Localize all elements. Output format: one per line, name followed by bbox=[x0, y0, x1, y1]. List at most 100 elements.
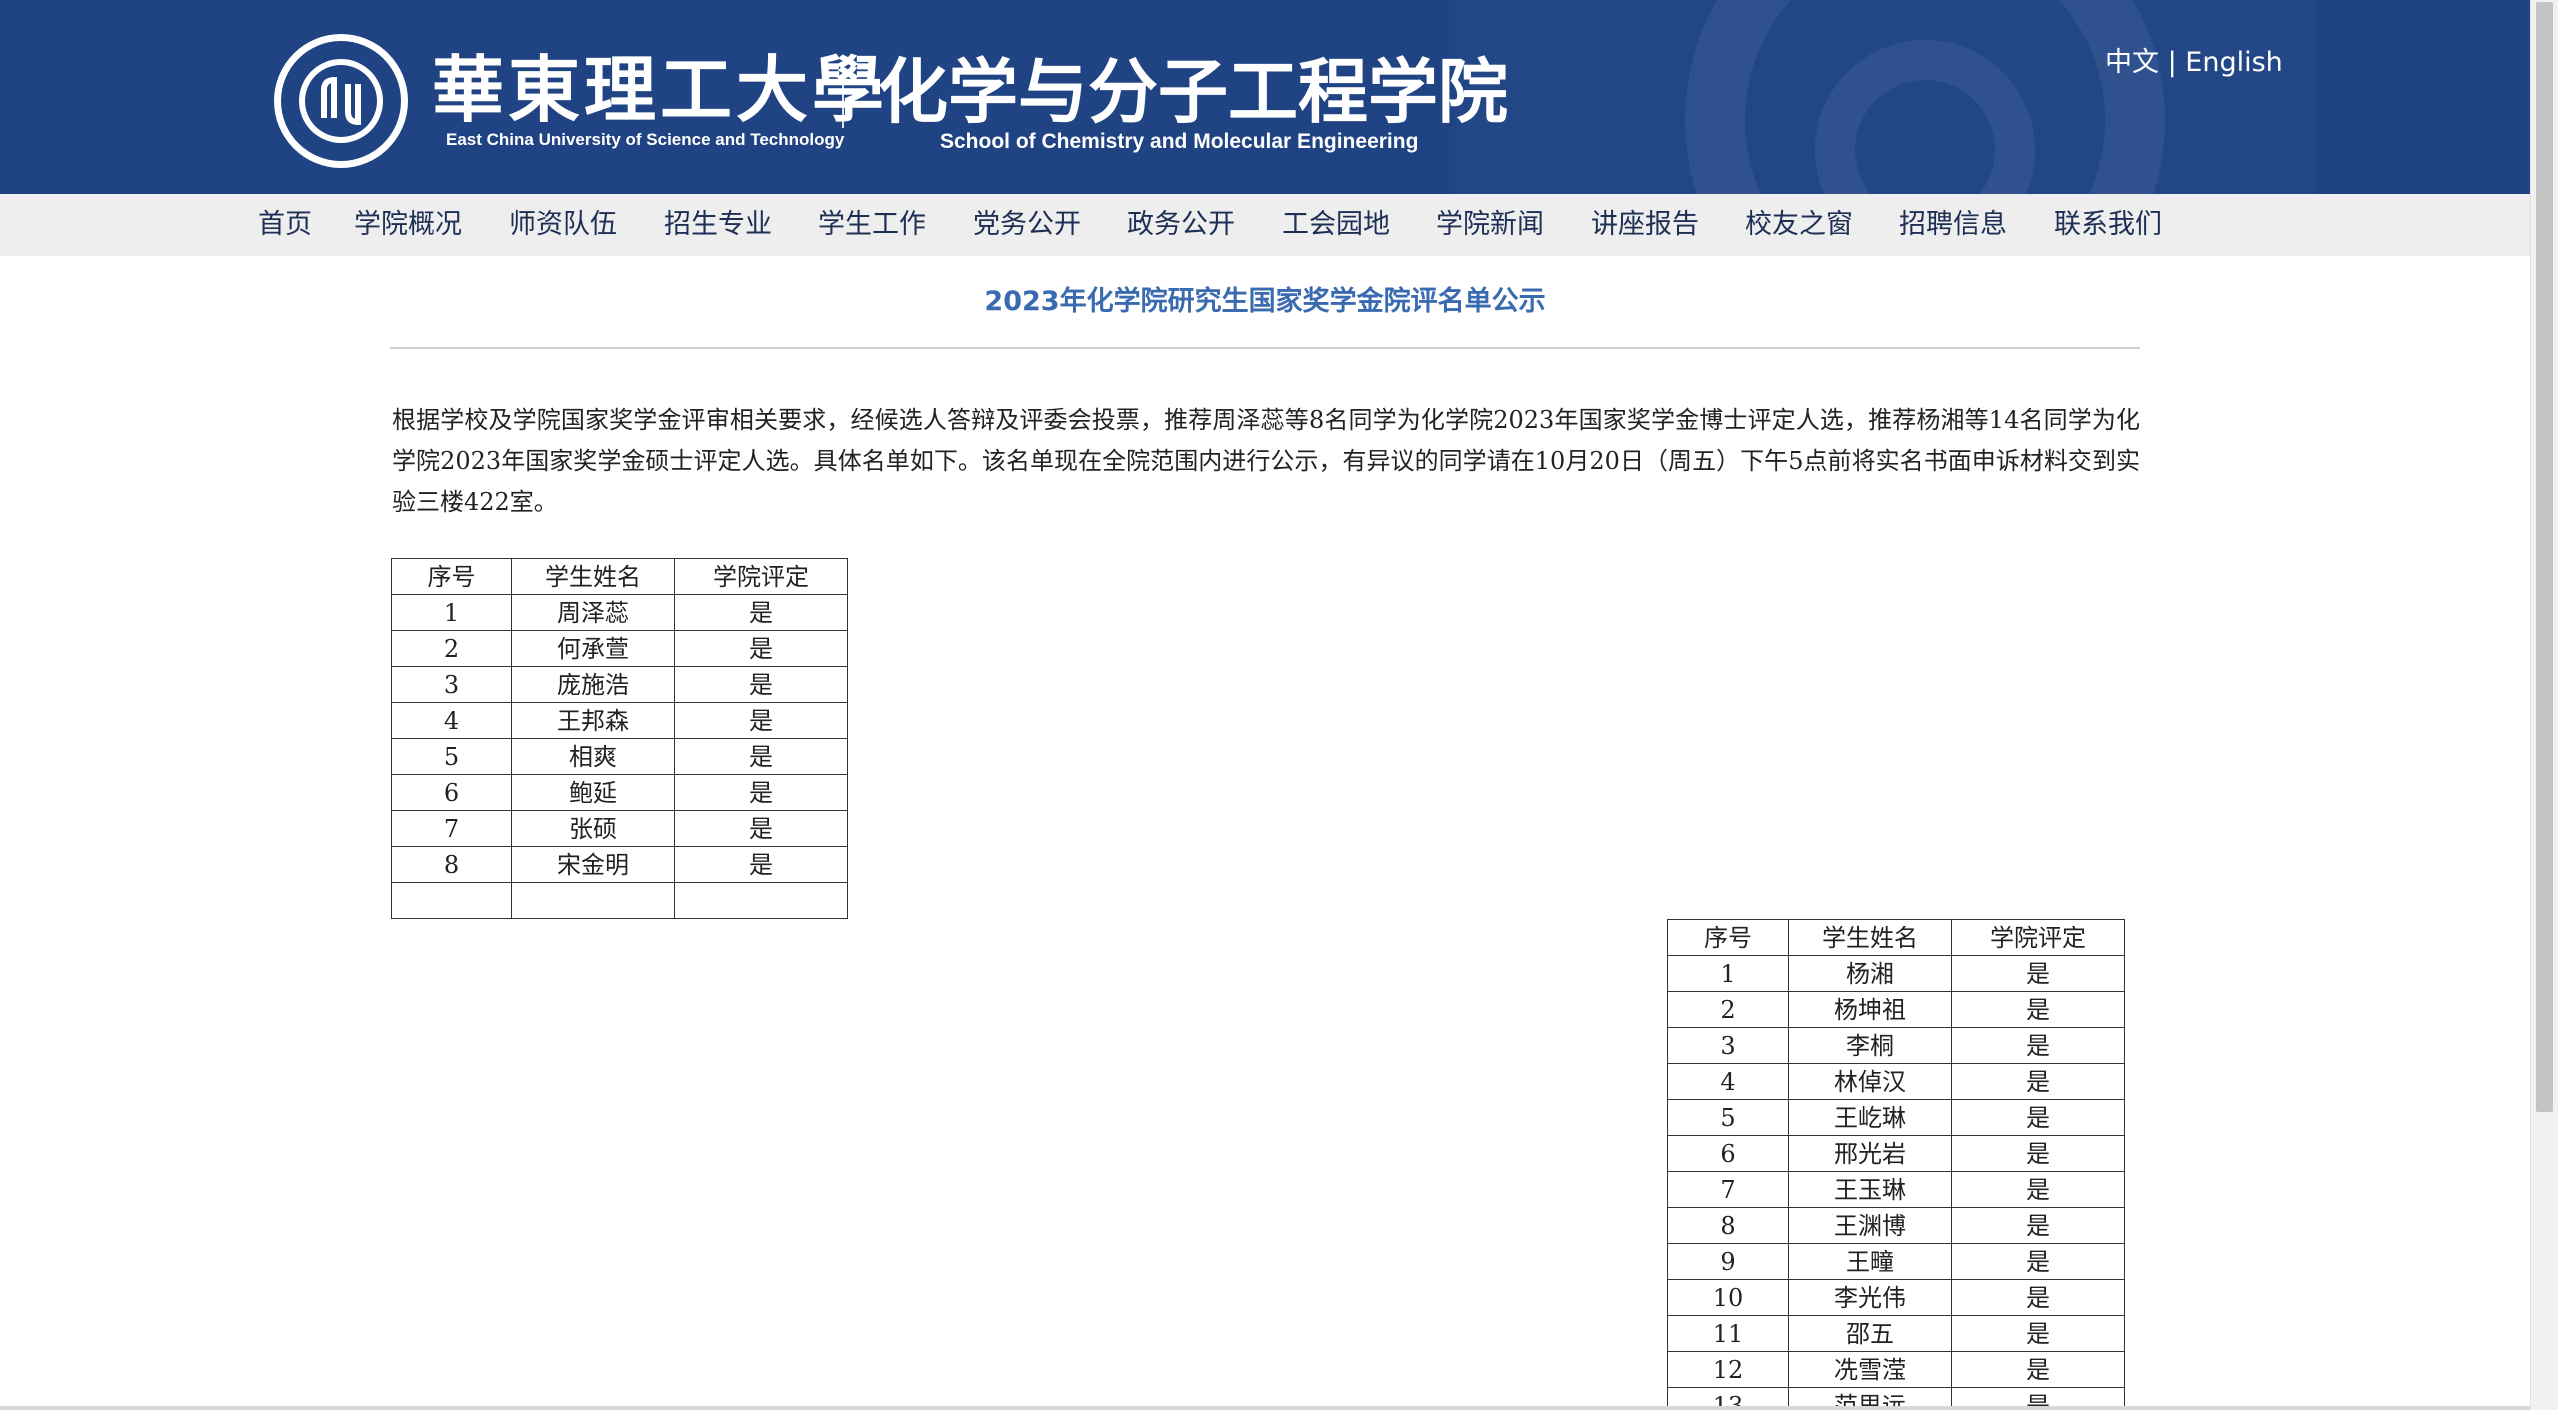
table-row: 10 李光伟是 bbox=[1667, 1279, 2125, 1316]
column-header-name: 学生姓名 bbox=[1788, 919, 1952, 956]
cell-student-name: 王渊博 bbox=[1788, 1207, 1952, 1244]
cell-student-name: 李光伟 bbox=[1788, 1279, 1952, 1316]
table-row: 1 杨湘是 bbox=[1667, 955, 2125, 992]
table-row: 6 鲍延是 bbox=[391, 774, 848, 811]
article-title: 2023年化学院研究生国家奖学金院评名单公示 bbox=[984, 286, 1546, 317]
nav-item-faculty[interactable]: 师资队伍 bbox=[509, 194, 617, 256]
cell-result: 是 bbox=[674, 594, 848, 631]
cell-student-name: 邢光岩 bbox=[1788, 1135, 1952, 1172]
table-row: 3 李桐是 bbox=[1667, 1027, 2125, 1064]
lang-cn-link[interactable]: 中文 bbox=[2105, 47, 2159, 78]
cell-result: 是 bbox=[674, 846, 848, 883]
nav-item-student-affairs[interactable]: 学生工作 bbox=[818, 194, 926, 256]
column-header-index: 序号 bbox=[391, 558, 512, 595]
cell-student-name: 张硕 bbox=[511, 810, 675, 847]
scrollbar-thumb[interactable] bbox=[2536, 2, 2553, 1112]
viewport-bottom-edge bbox=[0, 1406, 2530, 1410]
cell-result: 是 bbox=[1951, 1279, 2125, 1316]
nav-item-jobs[interactable]: 招聘信息 bbox=[1899, 194, 2007, 256]
cell-student-name: 王玉琳 bbox=[1788, 1171, 1952, 1208]
phd-nominee-table: 序号 学生姓名 学院评定 1 周泽蕊是 2 何承萱是 3 庞施浩是 4 王邦森是 5 相爽… bbox=[391, 558, 848, 919]
cell-student-name: 杨湘 bbox=[1788, 955, 1952, 992]
cell-result: 是 bbox=[674, 666, 848, 703]
cell-student-name: 王邦森 bbox=[511, 702, 675, 739]
university-name-cn: 華東理工大學 bbox=[432, 47, 889, 132]
cell-index: 11 bbox=[1667, 1315, 1789, 1352]
main-nav: 首页 学院概况 师资队伍 招生专业 学生工作 党务公开 政务公开 工会园地 学院… bbox=[0, 194, 2530, 256]
cell-result: 是 bbox=[674, 702, 848, 739]
cell-student-name: 王疃 bbox=[1788, 1243, 1952, 1280]
cell-result: 是 bbox=[674, 738, 848, 775]
column-header-result: 学院评定 bbox=[674, 558, 848, 595]
cell-index: 1 bbox=[1667, 955, 1789, 992]
cell-index: 12 bbox=[1667, 1351, 1789, 1388]
lang-separator: | bbox=[2167, 47, 2177, 78]
table-row: 7 王玉琳是 bbox=[1667, 1171, 2125, 1208]
cell-index: 6 bbox=[391, 774, 512, 811]
nav-item-admissions[interactable]: 招生专业 bbox=[664, 194, 772, 256]
cell-student-name: 林倬汉 bbox=[1788, 1063, 1952, 1100]
cell-student-name: 宋金明 bbox=[511, 846, 675, 883]
cell-result: 是 bbox=[1951, 1135, 2125, 1172]
cell-index: 9 bbox=[1667, 1243, 1789, 1280]
table-row: 6 邢光岩是 bbox=[1667, 1135, 2125, 1172]
university-seal-icon[interactable] bbox=[272, 32, 410, 170]
nav-item-union[interactable]: 工会园地 bbox=[1282, 194, 1390, 256]
cell-index: 5 bbox=[391, 738, 512, 775]
cell-result: 是 bbox=[1951, 1207, 2125, 1244]
title-divider bbox=[390, 347, 2140, 349]
nav-item-alumni[interactable]: 校友之窗 bbox=[1745, 194, 1853, 256]
vertical-scrollbar[interactable] bbox=[2530, 0, 2558, 1410]
nav-item-contact[interactable]: 联系我们 bbox=[2054, 194, 2162, 256]
nav-item-lectures[interactable]: 讲座报告 bbox=[1591, 194, 1699, 256]
nav-item-home[interactable]: 首页 bbox=[258, 194, 312, 256]
cell-result: 是 bbox=[1951, 1099, 2125, 1136]
cell-student-name: 周泽蕊 bbox=[511, 594, 675, 631]
table-row: 8 王渊博是 bbox=[1667, 1207, 2125, 1244]
cell-index: 8 bbox=[1667, 1207, 1789, 1244]
cell-student-name: 王屹琳 bbox=[1788, 1099, 1952, 1136]
cell-index: 2 bbox=[391, 630, 512, 667]
cell-index: 4 bbox=[1667, 1063, 1789, 1100]
cell-index: 4 bbox=[391, 702, 512, 739]
nav-item-party-affairs[interactable]: 党务公开 bbox=[973, 194, 1081, 256]
cell-result: 是 bbox=[1951, 1027, 2125, 1064]
nav-item-news[interactable]: 学院新闻 bbox=[1436, 194, 1544, 256]
table-header-row: 序号 学生姓名 学院评定 bbox=[1667, 919, 2125, 956]
cell-student-name: 鲍延 bbox=[511, 774, 675, 811]
cell-index: 3 bbox=[391, 666, 512, 703]
table-row: 4 王邦森是 bbox=[391, 702, 848, 739]
cell-result: 是 bbox=[1951, 1315, 2125, 1352]
cell-index: 6 bbox=[1667, 1135, 1789, 1172]
cell-index: 7 bbox=[1667, 1171, 1789, 1208]
table-row: 2 杨坤祖是 bbox=[1667, 991, 2125, 1028]
nav-item-government-affairs[interactable]: 政务公开 bbox=[1127, 194, 1235, 256]
cell-result: 是 bbox=[1951, 955, 2125, 992]
cell-result bbox=[674, 882, 848, 919]
cell-result: 是 bbox=[1951, 1351, 2125, 1388]
cell-student-name: 李桐 bbox=[1788, 1027, 1952, 1064]
column-header-result: 学院评定 bbox=[1951, 919, 2125, 956]
table-row: 7 张硕是 bbox=[391, 810, 848, 847]
campus-watermark-icon bbox=[1455, 0, 2315, 194]
university-name-en: East China University of Science and Tec… bbox=[446, 130, 845, 149]
nav-item-about[interactable]: 学院概况 bbox=[354, 194, 462, 256]
table-row: 5 相爽是 bbox=[391, 738, 848, 775]
table-row: 1 周泽蕊是 bbox=[391, 594, 848, 631]
lang-en-link[interactable]: English bbox=[2185, 47, 2283, 78]
cell-result: 是 bbox=[674, 774, 848, 811]
table-row: 5 王屹琳是 bbox=[1667, 1099, 2125, 1136]
cell-index: 10 bbox=[1667, 1279, 1789, 1316]
master-nominee-table: 序号 学生姓名 学院评定 1 杨湘是 2 杨坤祖是 3 李桐是 4 林倬汉是 5 王屹琳是… bbox=[1667, 919, 2125, 1410]
table-row: 9 王疃是 bbox=[1667, 1243, 2125, 1280]
cell-student-name: 杨坤祖 bbox=[1788, 991, 1952, 1028]
cell-result: 是 bbox=[1951, 1243, 2125, 1280]
cell-student-name: 邵五 bbox=[1788, 1315, 1952, 1352]
header-divider bbox=[842, 62, 844, 128]
article-body: 根据学校及学院国家奖学金评审相关要求，经候选人答辩及评委会投票，推荐周泽蕊等8名… bbox=[392, 406, 2140, 516]
cell-student-name bbox=[511, 882, 675, 919]
cell-student-name: 冼雪滢 bbox=[1788, 1351, 1952, 1388]
column-header-index: 序号 bbox=[1667, 919, 1789, 956]
cell-result: 是 bbox=[1951, 1063, 2125, 1100]
cell-index: 2 bbox=[1667, 991, 1789, 1028]
